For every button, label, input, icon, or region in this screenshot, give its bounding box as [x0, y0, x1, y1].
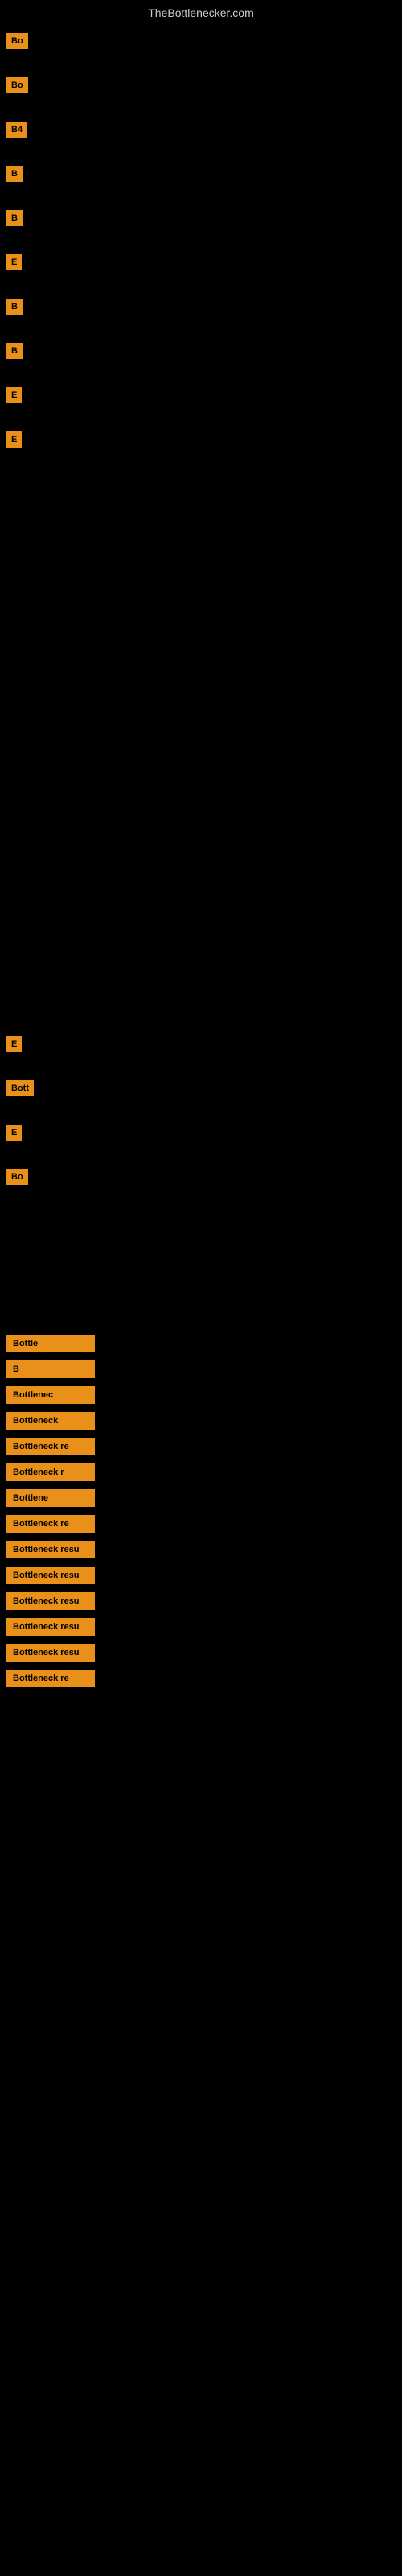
lower-btn-row-9: Bottleneck resu [6, 1541, 396, 1558]
top-btn-4[interactable]: B [6, 166, 23, 182]
btn-row-3: B4 [6, 119, 396, 144]
lower-buttons-section: Bottle B Bottlenec Bottleneck Bottleneck… [0, 1320, 402, 1702]
lower-btn-row-4: Bottleneck [6, 1412, 396, 1430]
top-btn-7[interactable]: B [6, 299, 23, 315]
lower-btn-row-1: Bottle [6, 1335, 396, 1352]
mid-btn-row-4: Bo [6, 1166, 396, 1191]
lower-btn-row-8: Bottleneck re [6, 1515, 396, 1533]
lower-btn-row-3: Bottlenec [6, 1386, 396, 1404]
mid-btn-row-2: Bott [6, 1078, 396, 1103]
mid-btn-row-3: E [6, 1122, 396, 1147]
lower-btn-row-14: Bottleneck re [6, 1670, 396, 1687]
btn-row-9: E [6, 385, 396, 410]
lower-btn-4[interactable]: Bottleneck [6, 1412, 95, 1430]
btn-row-8: B [6, 341, 396, 365]
lower-btn-row-13: Bottleneck resu [6, 1644, 396, 1662]
lower-btn-1[interactable]: Bottle [6, 1335, 95, 1352]
top-btn-2[interactable]: Bo [6, 77, 28, 93]
top-buttons-section: Bo Bo B4 B B E B B E E [0, 23, 402, 462]
mid-btn-1[interactable]: E [6, 1036, 22, 1052]
lower-btn-5[interactable]: Bottleneck re [6, 1438, 95, 1455]
mid-btn-2[interactable]: Bott [6, 1080, 34, 1096]
lower-btn-12[interactable]: Bottleneck resu [6, 1618, 95, 1636]
top-btn-9[interactable]: E [6, 387, 22, 403]
lower-btn-row-11: Bottleneck resu [6, 1592, 396, 1610]
lower-btn-row-5: Bottleneck re [6, 1438, 396, 1455]
empty-space-1 [0, 462, 402, 1026]
lower-btn-13[interactable]: Bottleneck resu [6, 1644, 95, 1662]
lower-btn-row-10: Bottleneck resu [6, 1567, 396, 1584]
btn-row-7: B [6, 296, 396, 321]
top-btn-10[interactable]: E [6, 431, 22, 448]
btn-row-1: Bo [6, 31, 396, 56]
lower-btn-row-12: Bottleneck resu [6, 1618, 396, 1636]
mid-buttons-section: E Bott E Bo [0, 1026, 402, 1199]
lower-btn-14[interactable]: Bottleneck re [6, 1670, 95, 1687]
mid-btn-4[interactable]: Bo [6, 1169, 28, 1185]
btn-row-5: B [6, 208, 396, 233]
top-btn-1[interactable]: Bo [6, 33, 28, 49]
lower-btn-6[interactable]: Bottleneck r [6, 1463, 95, 1481]
mid-btn-3[interactable]: E [6, 1125, 22, 1141]
btn-row-4: B [6, 163, 396, 188]
lower-btn-row-6: Bottleneck r [6, 1463, 396, 1481]
lower-btn-row-7: Bottlene [6, 1489, 396, 1507]
top-btn-6[interactable]: E [6, 254, 22, 270]
lower-btn-8[interactable]: Bottleneck re [6, 1515, 95, 1533]
btn-row-2: Bo [6, 75, 396, 100]
lower-btn-3[interactable]: Bottlenec [6, 1386, 95, 1404]
empty-space-2 [0, 1199, 402, 1320]
top-btn-5[interactable]: B [6, 210, 23, 226]
btn-row-10: E [6, 429, 396, 454]
lower-btn-row-2: B [6, 1360, 396, 1378]
lower-btn-2[interactable]: B [6, 1360, 95, 1378]
lower-btn-10[interactable]: Bottleneck resu [6, 1567, 95, 1584]
btn-row-6: E [6, 252, 396, 277]
site-title: TheBottlenecker.com [0, 0, 402, 23]
lower-btn-11[interactable]: Bottleneck resu [6, 1592, 95, 1610]
lower-btn-9[interactable]: Bottleneck resu [6, 1541, 95, 1558]
top-btn-8[interactable]: B [6, 343, 23, 359]
top-btn-3[interactable]: B4 [6, 122, 27, 138]
mid-btn-row-1: E [6, 1034, 396, 1059]
lower-btn-7[interactable]: Bottlene [6, 1489, 95, 1507]
